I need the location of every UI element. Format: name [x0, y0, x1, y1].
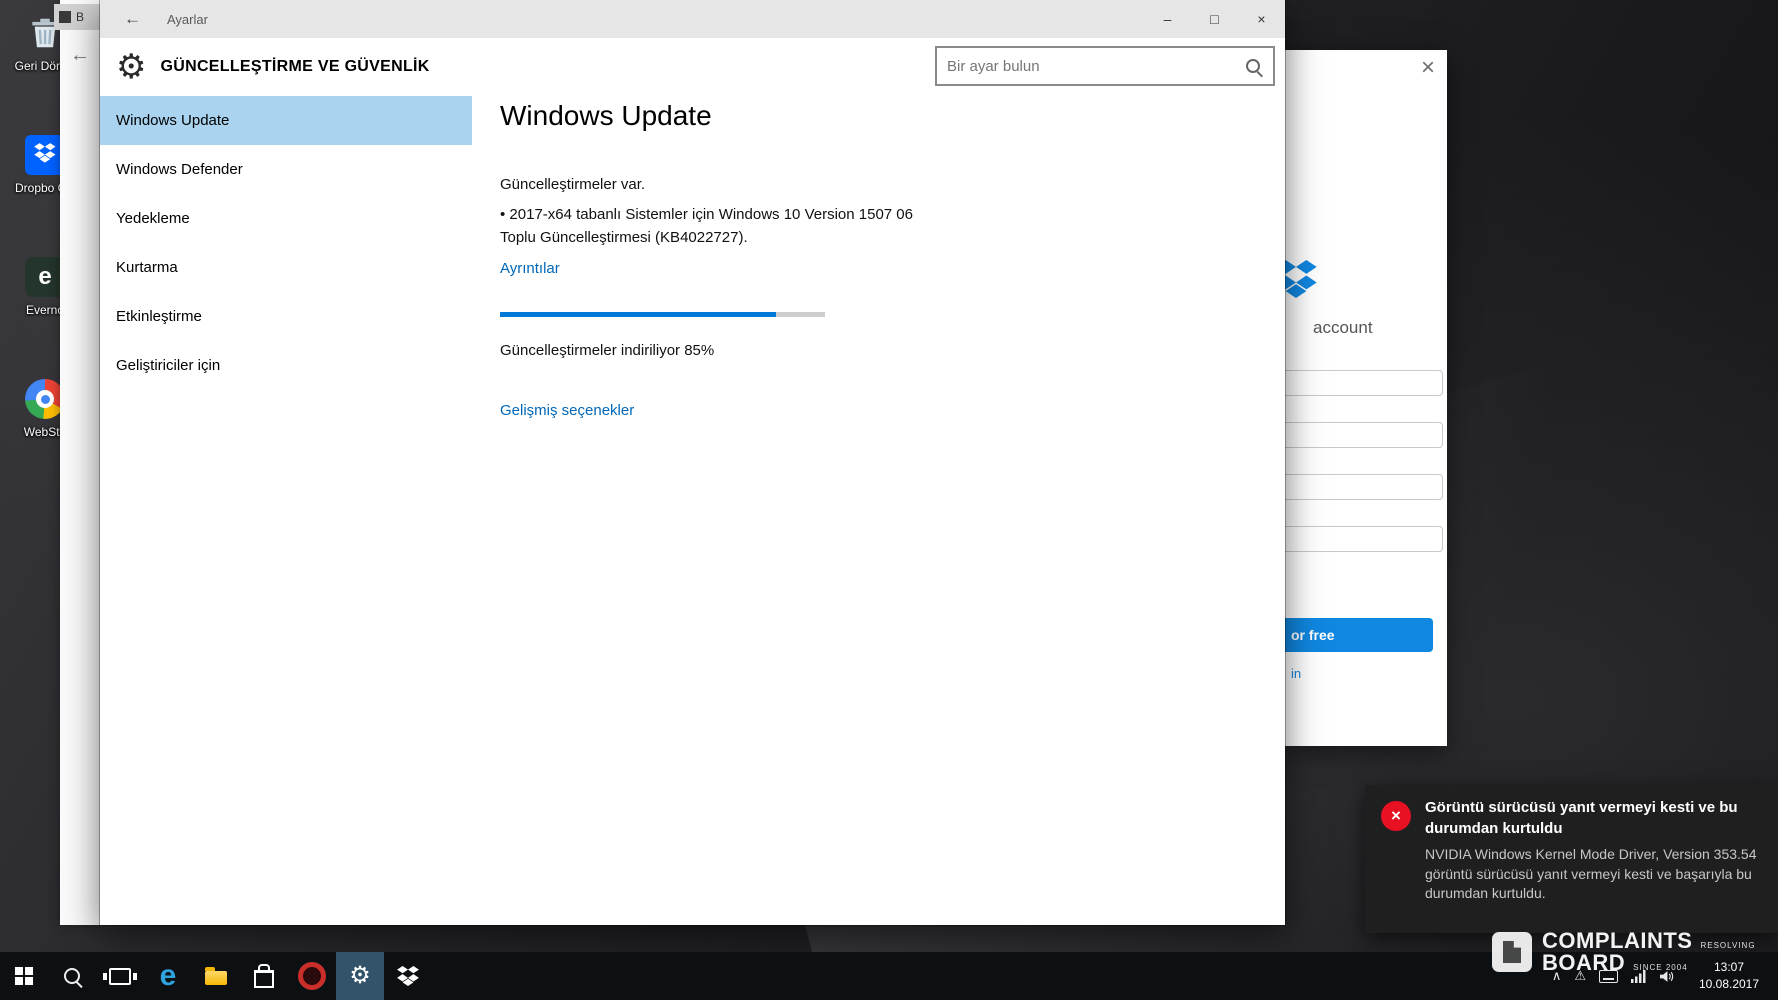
dropbox-lastname-field[interactable] [1285, 422, 1443, 448]
nav-item-windows-defender[interactable]: Windows Defender [100, 145, 472, 194]
back-icon[interactable]: ← [124, 9, 141, 29]
window-title: Ayarlar [167, 12, 208, 27]
windows-logo-icon [15, 967, 33, 985]
nav-item-kurtarma[interactable]: Kurtarma [100, 243, 472, 292]
watermark-line2: BOARD [1542, 952, 1625, 974]
task-view-button[interactable] [96, 952, 144, 1000]
nav-item-yedekleme[interactable]: Yedekleme [100, 194, 472, 243]
start-button[interactable] [0, 952, 48, 1000]
update-status-text: Güncelleştirmeler var. [500, 176, 645, 193]
details-link[interactable]: Ayrıntılar [500, 260, 560, 277]
taskbar-edge-button[interactable]: e [144, 952, 192, 1000]
taskbar-dropbox-button[interactable] [384, 952, 432, 1000]
progress-label: Güncelleştirmeler indiriliyor 85% [500, 342, 714, 359]
signup-button[interactable]: or free [1285, 618, 1433, 652]
taskbar-search-button[interactable] [48, 952, 96, 1000]
toast-body: NVIDIA Windows Kernel Mode Driver, Versi… [1425, 845, 1764, 903]
background-window-titlebar[interactable]: B [54, 4, 100, 30]
close-icon[interactable]: × [1421, 54, 1435, 82]
folder-icon [205, 971, 227, 985]
taskbar-opera-button[interactable] [288, 952, 336, 1000]
task-view-icon [109, 968, 131, 985]
store-bag-icon [254, 970, 274, 988]
progress-bar-fill [500, 312, 776, 317]
settings-window: ← Ayarlar – □ × ⚙ GÜNCELLEŞTİRME VE GÜVE… [100, 0, 1285, 925]
complaintsboard-logo-icon [1492, 932, 1532, 972]
app-icon [59, 11, 71, 23]
background-window-title: B [76, 10, 84, 24]
watermark: COMPLAINTS RESOLVING BOARD SINCE 2004 [1492, 930, 1756, 974]
clock-date: 10.08.2017 [1686, 976, 1772, 993]
watermark-line1: COMPLAINTS [1542, 930, 1692, 952]
opera-icon [298, 962, 326, 990]
search-icon[interactable] [1246, 59, 1260, 73]
background-window-strip: ← [60, 0, 100, 925]
watermark-sub2: SINCE 2004 [1633, 963, 1687, 972]
watermark-text: COMPLAINTS RESOLVING BOARD SINCE 2004 [1542, 930, 1756, 974]
nav-item-etkinlestirme[interactable]: Etkinleştirme [100, 292, 472, 341]
taskbar-file-explorer-button[interactable] [192, 952, 240, 1000]
edge-icon: e [160, 961, 177, 991]
dropbox-icon [397, 966, 419, 986]
close-button[interactable]: × [1238, 0, 1285, 38]
taskbar-store-button[interactable] [240, 952, 288, 1000]
notification-toast[interactable]: × Görüntü sürücüsü yanıt vermeyi kesti v… [1365, 785, 1778, 933]
update-item-line2: Toplu Güncelleştirmesi (KB4022727). [500, 229, 748, 246]
back-icon[interactable]: ← [60, 44, 100, 67]
settings-nav: Windows Update Windows Defender Yedeklem… [100, 96, 472, 390]
gear-icon: ⚙ [349, 964, 371, 988]
search-icon [64, 968, 80, 984]
dropbox-email-field[interactable] [1285, 474, 1443, 500]
toast-text: Görüntü sürücüsü yanıt vermeyi kesti ve … [1425, 798, 1764, 903]
signup-button-label: or free [1291, 627, 1335, 643]
page-title: GÜNCELLEŞTİRME VE GÜVENLİK [160, 58, 429, 76]
dropbox-heading-fragment: account [1313, 318, 1373, 338]
progress-bar [500, 312, 825, 317]
dropbox-password-field[interactable] [1285, 526, 1443, 552]
nav-item-gelistiriciler[interactable]: Geliştiriciler için [100, 341, 472, 390]
taskbar-settings-button[interactable]: ⚙ [336, 952, 384, 1000]
watermark-sub1: RESOLVING [1700, 941, 1755, 950]
section-heading: Windows Update [500, 100, 712, 132]
dropbox-firstname-field[interactable] [1285, 370, 1443, 396]
signin-link[interactable]: in [1291, 666, 1301, 681]
update-item-line1: • 2017-x64 tabanlı Sistemler için Window… [500, 206, 913, 223]
desktop: Geri Dönüş Dropbo GB e Everno WebSto ← B… [0, 0, 1778, 1000]
toast-title: Görüntü sürücüsü yanıt vermeyi kesti ve … [1425, 798, 1764, 839]
advanced-options-link[interactable]: Gelişmiş seçenekler [500, 402, 634, 419]
gear-icon: ⚙ [116, 50, 146, 84]
error-icon: × [1381, 801, 1411, 831]
dropbox-window: × account or free in [1285, 50, 1447, 746]
settings-main: Windows Update Güncelleştirmeler var. • … [500, 0, 1240, 925]
nav-item-windows-update[interactable]: Windows Update [100, 96, 472, 145]
dropbox-logo-icon [1285, 260, 1317, 298]
